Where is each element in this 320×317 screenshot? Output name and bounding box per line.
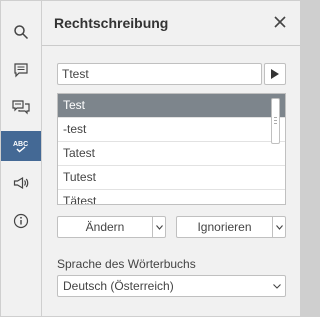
sidebar-feedback-button[interactable] xyxy=(1,168,41,198)
sidebar-comments-button[interactable] xyxy=(1,55,41,85)
dictionary-language-label: Sprache des Wörterbuchs xyxy=(57,257,196,271)
change-split-button: Ändern xyxy=(57,216,166,238)
spellcheck-panel: Rechtschreibung Ttest Test -test Tatest … xyxy=(42,1,300,316)
title-divider xyxy=(42,45,300,46)
dictionary-language-value: Deutsch (Österreich) xyxy=(63,279,174,293)
left-sidebar: ABC xyxy=(1,1,42,316)
spellcheck-icon-label: ABC xyxy=(13,141,28,148)
sidebar-spellcheck-button[interactable]: ABC xyxy=(1,131,41,161)
sidebar-info-button[interactable] xyxy=(1,206,41,236)
play-icon xyxy=(271,69,279,79)
suggestions-list[interactable]: Test -test Tatest Tutest Tätest xyxy=(57,93,286,205)
feedback-megaphone-icon xyxy=(13,176,29,190)
suggestion-item[interactable]: Test xyxy=(58,94,285,118)
next-error-button[interactable] xyxy=(264,63,286,85)
spellcheck-icon: ABC xyxy=(13,141,28,153)
chevron-down-icon xyxy=(273,283,281,289)
spellcheck-window: ABC Rechtschreibung Ttest Test -test Tat… xyxy=(0,0,301,317)
dictionary-language-select[interactable]: Deutsch (Österreich) xyxy=(57,275,286,297)
info-icon xyxy=(13,213,29,229)
change-options-button[interactable] xyxy=(152,217,166,237)
chevron-down-icon xyxy=(156,224,163,230)
chat-icon xyxy=(12,100,30,115)
change-button[interactable]: Ändern xyxy=(58,217,152,237)
misspelled-word-field[interactable]: Ttest xyxy=(57,63,262,85)
ignore-options-button[interactable] xyxy=(272,217,286,237)
panel-title: Rechtschreibung xyxy=(54,15,169,31)
suggestion-item[interactable]: Tätest xyxy=(58,190,285,204)
ignore-button[interactable]: Ignorieren xyxy=(177,217,272,237)
ignore-split-button: Ignorieren xyxy=(176,216,286,238)
search-icon xyxy=(14,25,29,40)
suggestion-item[interactable]: -test xyxy=(58,118,285,142)
sidebar-chat-button[interactable] xyxy=(1,92,41,122)
sidebar-search-button[interactable] xyxy=(1,17,41,47)
close-icon xyxy=(274,16,286,28)
suggestion-item[interactable]: Tatest xyxy=(58,142,285,166)
suggestions-scrollbar[interactable] xyxy=(271,98,280,144)
dropdown-arrow xyxy=(273,276,281,296)
comments-icon xyxy=(14,63,28,78)
suggestion-item[interactable]: Tutest xyxy=(58,166,285,190)
chevron-down-icon xyxy=(276,224,283,230)
close-button[interactable] xyxy=(273,15,287,29)
